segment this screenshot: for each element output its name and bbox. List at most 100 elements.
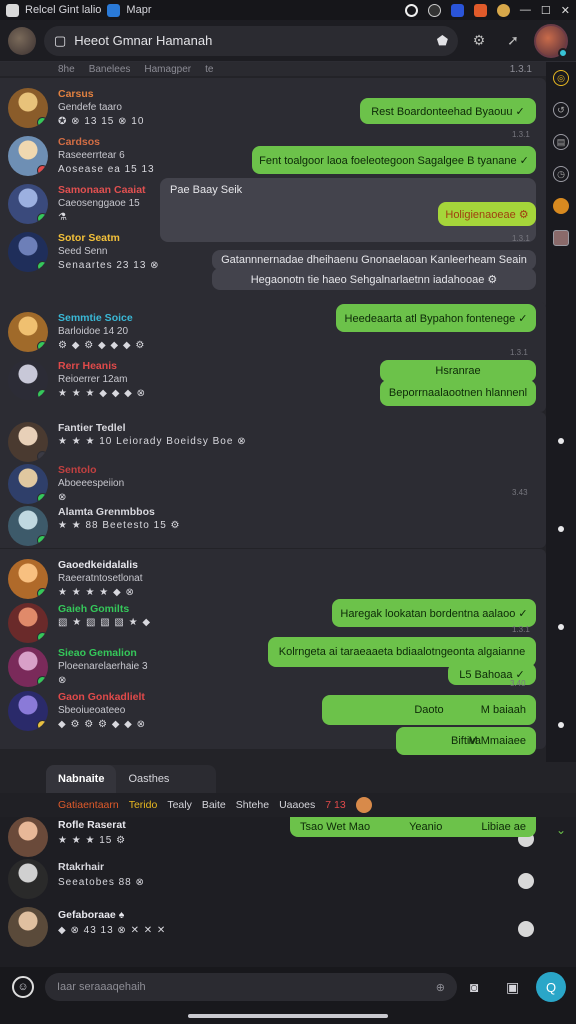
- list-item[interactable]: Gefaboraae ♠ ◆ ⊗ 43 13 ⊗ ✕ ✕ ✕: [0, 907, 546, 955]
- right-rail: ◎ ↺ ▤ ◷: [546, 62, 576, 762]
- history-icon[interactable]: ↺: [553, 102, 569, 118]
- avatar[interactable]: [8, 88, 48, 128]
- message-bubble[interactable]: Haregak lookatan bordentna aalaoo ✓: [332, 599, 536, 627]
- filter-1[interactable]: Gatiaentaarn: [58, 799, 119, 811]
- avatar[interactable]: [8, 506, 48, 546]
- pin-icon[interactable]: ➚: [500, 28, 526, 54]
- filter-4[interactable]: Baite: [202, 799, 226, 811]
- tab-others[interactable]: Oasthes: [116, 765, 181, 793]
- message-bubble[interactable]: Heedeaarta atl Bypahon fontenege ✓: [336, 304, 536, 332]
- search-text: Heeot Gmnar Hamanah: [74, 33, 213, 48]
- message-bubble[interactable]: Rest Boardonteehad Byaouu ✓: [360, 98, 536, 124]
- avatar[interactable]: [8, 312, 48, 352]
- scroll-dot[interactable]: [558, 438, 564, 444]
- list-item[interactable]: Gaoedkeidalalis Raeeratntosetlonat ★ ★ ★…: [0, 555, 546, 603]
- scroll-dot[interactable]: [558, 526, 564, 532]
- contact-badges: ✪ ⊗ 13 15 ⊗ 10: [58, 116, 145, 127]
- lion-icon[interactable]: [496, 3, 510, 17]
- avatar[interactable]: [8, 817, 48, 857]
- avatar[interactable]: [8, 184, 48, 224]
- mini-avatar[interactable]: [553, 230, 569, 246]
- bubble-left: Tsao Wet Mao: [300, 821, 371, 833]
- emoji-icon[interactable]: ☺: [12, 976, 34, 998]
- user-avatar[interactable]: [534, 23, 568, 58]
- shield-icon[interactable]: ⬟: [437, 33, 448, 49]
- contact-name: Rofle Raserat: [58, 819, 126, 831]
- status-badge: [37, 117, 48, 128]
- avatar[interactable]: [8, 464, 48, 504]
- avatar[interactable]: [8, 559, 48, 599]
- avatar[interactable]: [8, 907, 48, 947]
- record-icon[interactable]: [404, 3, 418, 17]
- avatar[interactable]: [8, 603, 48, 643]
- chevron-down-icon[interactable]: ⌄: [556, 823, 566, 837]
- clipboard-icon[interactable]: ▤: [553, 134, 569, 150]
- sub-tab-2[interactable]: Banelees: [89, 64, 131, 75]
- contact-subtitle: Barloidoe 14 20: [58, 326, 129, 337]
- list-item[interactable]: Fantier Tedlel ★ ★ ★ 10 Leiorady Boeidsy…: [0, 418, 546, 466]
- contact-subtitle: Seed Senn: [58, 246, 108, 257]
- reaction-icon[interactable]: [518, 921, 534, 937]
- list-item[interactable]: Sentolo Aboeeespeiion ⊗: [0, 460, 546, 508]
- maximize-icon[interactable]: ☐: [541, 4, 551, 17]
- notify-icon[interactable]: [473, 3, 487, 17]
- avatar[interactable]: [8, 360, 48, 400]
- search-bar[interactable]: ▢ Heeot Gmnar Hamanah ⬟: [44, 25, 458, 56]
- camera-icon[interactable]: ◙: [470, 979, 478, 995]
- bee-icon[interactable]: [553, 198, 569, 214]
- avatar[interactable]: [8, 691, 48, 731]
- minimize-icon[interactable]: —: [520, 4, 531, 16]
- attach-icon[interactable]: ⊕: [436, 981, 445, 994]
- send-button[interactable]: Q: [536, 972, 566, 1002]
- message-bubble[interactable]: Holigienaoeae ⚙: [438, 202, 536, 226]
- filter-6[interactable]: Uaaoes: [279, 799, 315, 811]
- message-time: 1.3.1: [510, 348, 528, 357]
- star-icon[interactable]: ◎: [553, 70, 569, 86]
- contact-badges: Seeatobes 88 ⊗: [58, 877, 145, 888]
- scroll-dot[interactable]: [558, 722, 564, 728]
- message-bubble[interactable]: Beporrnaalaootnen hlannenl: [380, 380, 536, 406]
- filter-5[interactable]: Shtehe: [236, 799, 269, 811]
- spotify-icon[interactable]: [427, 3, 441, 17]
- message-time: 1.3.1: [512, 625, 530, 634]
- gear-icon[interactable]: ⚙: [466, 28, 492, 54]
- sub-tab-3[interactable]: Hamagper: [144, 64, 191, 75]
- message-bubble[interactable]: Tsao Wet Mao Yeanio Libiae ae: [290, 817, 536, 837]
- close-icon[interactable]: ✕: [561, 4, 570, 17]
- message-bubble[interactable]: Hegaonotn tie haeo Sehgalnarlaetnn iadah…: [212, 268, 536, 290]
- gallery-icon[interactable]: ▣: [506, 979, 519, 996]
- message-input[interactable]: Iaar seraaaqehaih ⊕: [45, 973, 457, 1001]
- contact-subtitle: Reioerrer 12am: [58, 374, 128, 385]
- filter-badge-icon[interactable]: [355, 797, 372, 813]
- scroll-dot[interactable]: [558, 624, 564, 630]
- message-bubble[interactable]: Hsranrae: [380, 360, 536, 382]
- list-item[interactable]: Rtakrhair Seeatobes 88 ⊗: [0, 859, 546, 907]
- message-bubble[interactable]: Fent toalgoor laoa foeleotegoon Sagalgee…: [252, 146, 536, 174]
- contact-subtitle: Ploeenarelaerhaie 3: [58, 661, 148, 672]
- filter-7[interactable]: 7 13: [325, 799, 345, 811]
- wallet-icon[interactable]: [450, 3, 464, 17]
- status-badge: [37, 632, 48, 643]
- reaction-icon[interactable]: [518, 873, 534, 889]
- avatar[interactable]: [8, 232, 48, 272]
- profile-avatar[interactable]: [8, 26, 36, 55]
- bubble-mid: Yeanio: [409, 821, 443, 833]
- message-bubble[interactable]: M Mmaiaee: [469, 727, 536, 755]
- clock-icon[interactable]: ◷: [553, 166, 569, 182]
- avatar[interactable]: [8, 859, 48, 899]
- message-bubble[interactable]: Gatannnernadae dheihaenu Gnonaelaoan Kan…: [212, 250, 536, 270]
- avatar[interactable]: [8, 422, 48, 462]
- tab-members[interactable]: Nabnaite: [46, 765, 117, 793]
- sub-tab-1[interactable]: 8he: [58, 64, 75, 75]
- contact-badges: Senaartes 23 13 ⊗: [58, 260, 160, 271]
- contact-name: Semmtie Soice: [58, 312, 133, 324]
- message-bubble[interactable]: M baiaah: [470, 695, 536, 725]
- list-item[interactable]: Alamta Grenmbbos ★ ★ 88 Beetesto 15 ⚙: [0, 502, 546, 550]
- avatar[interactable]: [8, 136, 48, 176]
- contact-badges: ⚙ ◆ ⚙ ◆ ◆ ◆ ⚙: [58, 340, 146, 351]
- filter-3[interactable]: Tealy: [167, 799, 192, 811]
- avatar[interactable]: [8, 647, 48, 687]
- sub-tab-4[interactable]: te: [205, 64, 213, 75]
- message-time: 1.3.1: [512, 234, 530, 243]
- filter-2[interactable]: Terido: [129, 799, 158, 811]
